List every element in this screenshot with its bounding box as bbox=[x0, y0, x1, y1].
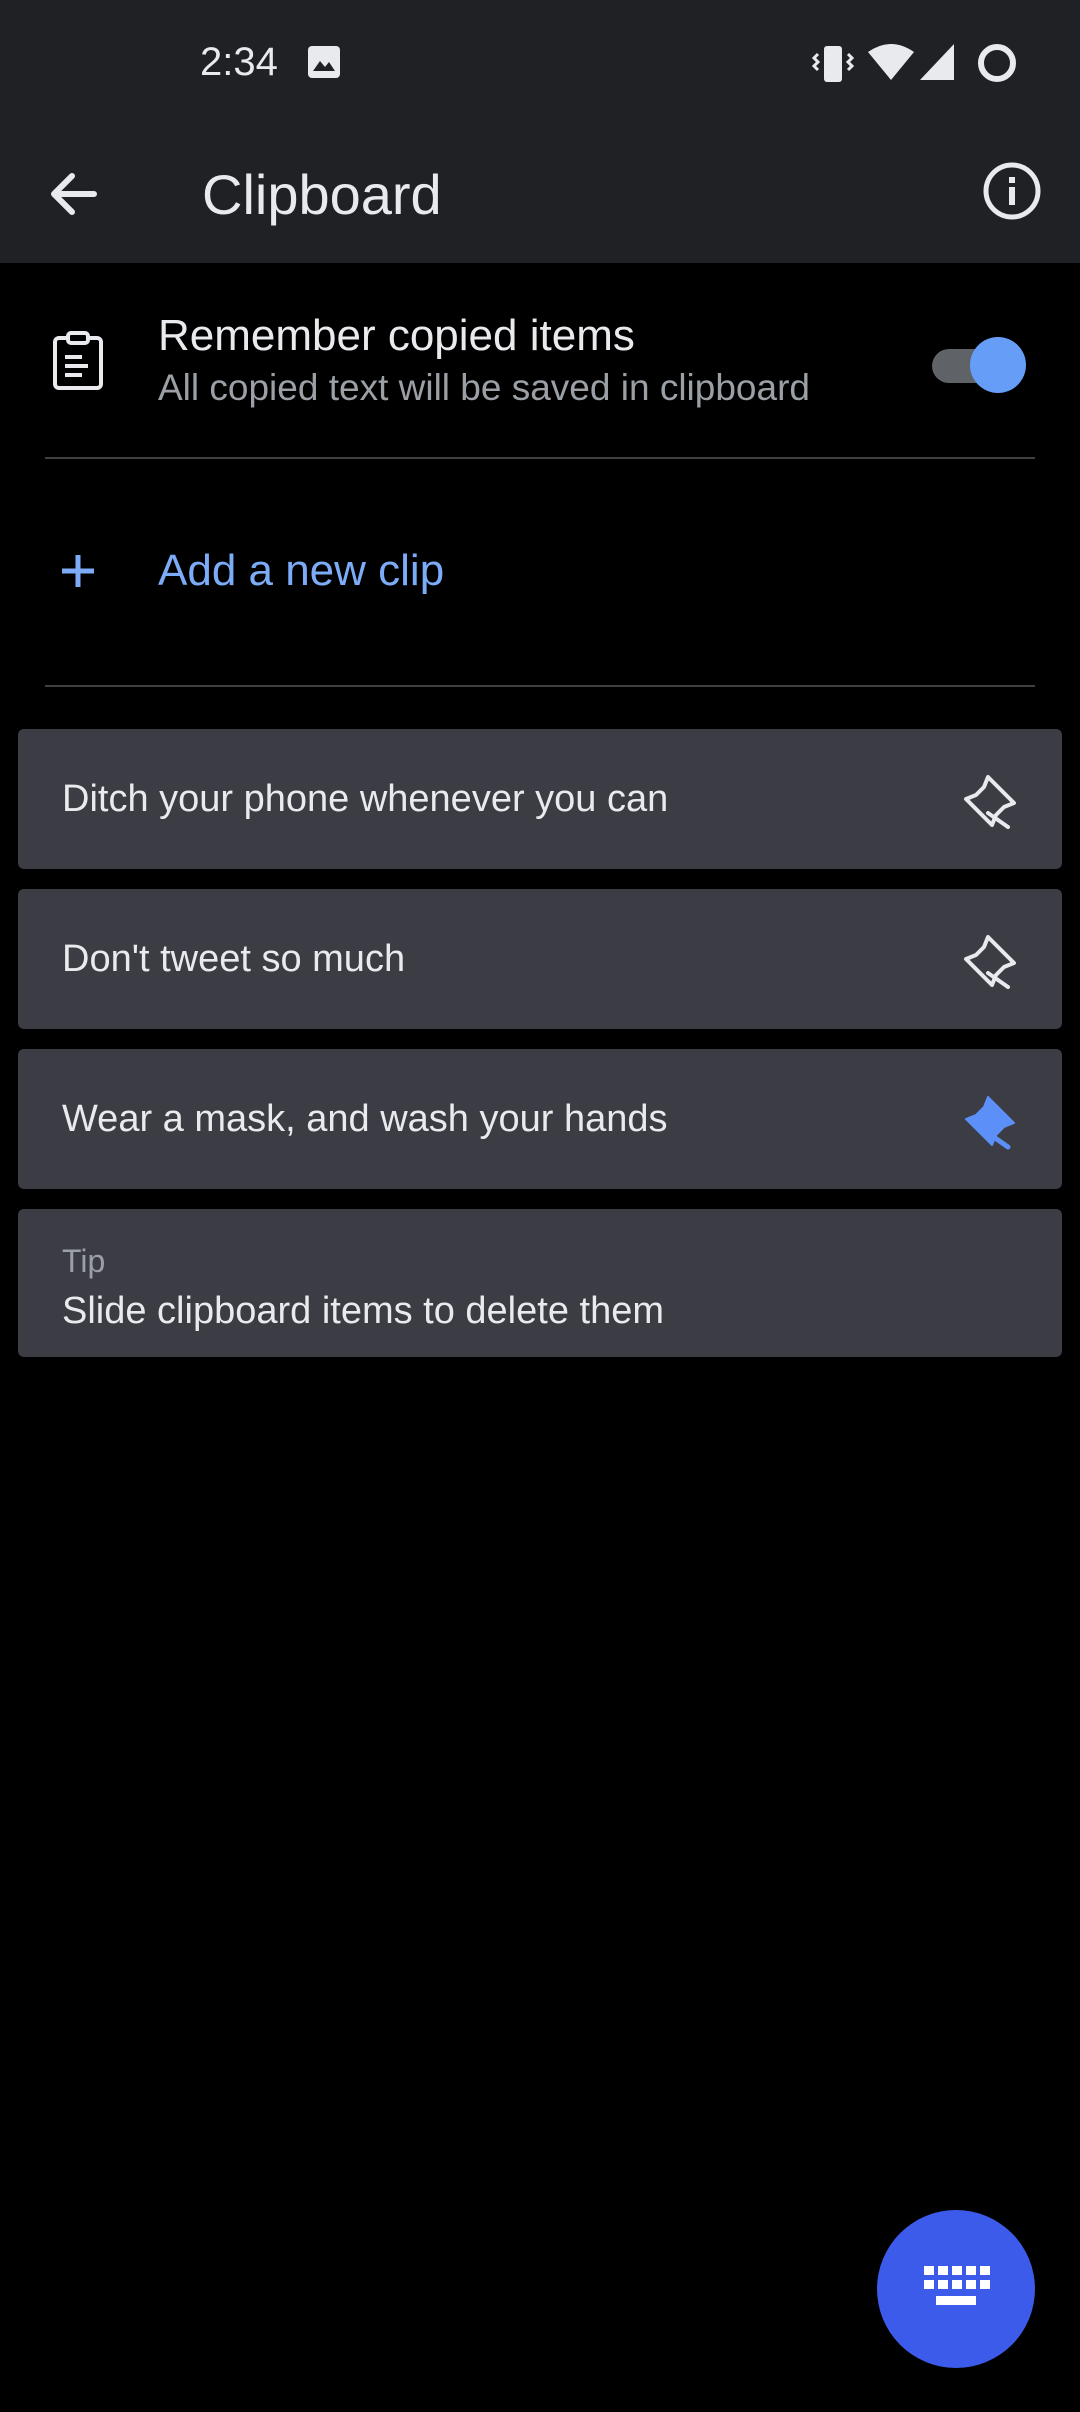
back-button[interactable] bbox=[36, 158, 116, 230]
vibrate-icon bbox=[812, 46, 854, 82]
plus-icon bbox=[62, 555, 94, 587]
clipboard-screen: 2:34 Clipboard Remember copied items All… bbox=[0, 0, 1080, 2412]
battery-icon bbox=[978, 44, 1016, 82]
info-button[interactable] bbox=[972, 151, 1052, 231]
photo-icon bbox=[308, 46, 340, 78]
clip-item[interactable]: Wear a mask, and wash your hands bbox=[18, 1049, 1062, 1189]
arrow-back-icon bbox=[51, 173, 97, 215]
clip-text: Don't tweet so much bbox=[62, 938, 406, 980]
clip-item[interactable]: Ditch your phone whenever you can bbox=[18, 729, 1062, 869]
divider bbox=[45, 685, 1035, 687]
status-bar: 2:34 bbox=[0, 0, 1080, 125]
remember-copied-items-row[interactable]: Remember copied items All copied text wi… bbox=[0, 263, 1080, 458]
tip-text: Slide clipboard items to delete them bbox=[62, 1290, 664, 1332]
tip-card: Tip Slide clipboard items to delete them bbox=[18, 1209, 1062, 1357]
clip-text: Wear a mask, and wash your hands bbox=[62, 1098, 668, 1140]
signal-icon bbox=[920, 44, 954, 80]
clip-text: Ditch your phone whenever you can bbox=[62, 778, 669, 820]
pin-outline-icon[interactable] bbox=[958, 929, 1022, 993]
pin-filled-icon[interactable] bbox=[958, 1089, 1022, 1153]
remember-subtitle: All copied text will be saved in clipboa… bbox=[158, 367, 810, 408]
clipboard-icon bbox=[53, 331, 103, 390]
keyboard-fab[interactable] bbox=[877, 2210, 1035, 2368]
clip-item[interactable]: Don't tweet so much bbox=[18, 889, 1062, 1029]
pin-outline-icon[interactable] bbox=[958, 769, 1022, 833]
remember-title: Remember copied items bbox=[158, 311, 635, 360]
status-time: 2:34 bbox=[200, 40, 278, 84]
page-title: Clipboard bbox=[202, 163, 442, 226]
keyboard-icon bbox=[924, 2266, 990, 2305]
toggle-thumb bbox=[970, 337, 1026, 393]
app-bar: Clipboard bbox=[0, 125, 1080, 263]
remember-toggle[interactable] bbox=[932, 335, 1028, 395]
info-icon bbox=[983, 162, 1041, 220]
tip-label: Tip bbox=[62, 1243, 106, 1279]
wifi-icon bbox=[868, 44, 914, 80]
add-new-clip-label: Add a new clip bbox=[158, 546, 445, 595]
add-new-clip-button[interactable]: Add a new clip bbox=[0, 459, 1080, 685]
